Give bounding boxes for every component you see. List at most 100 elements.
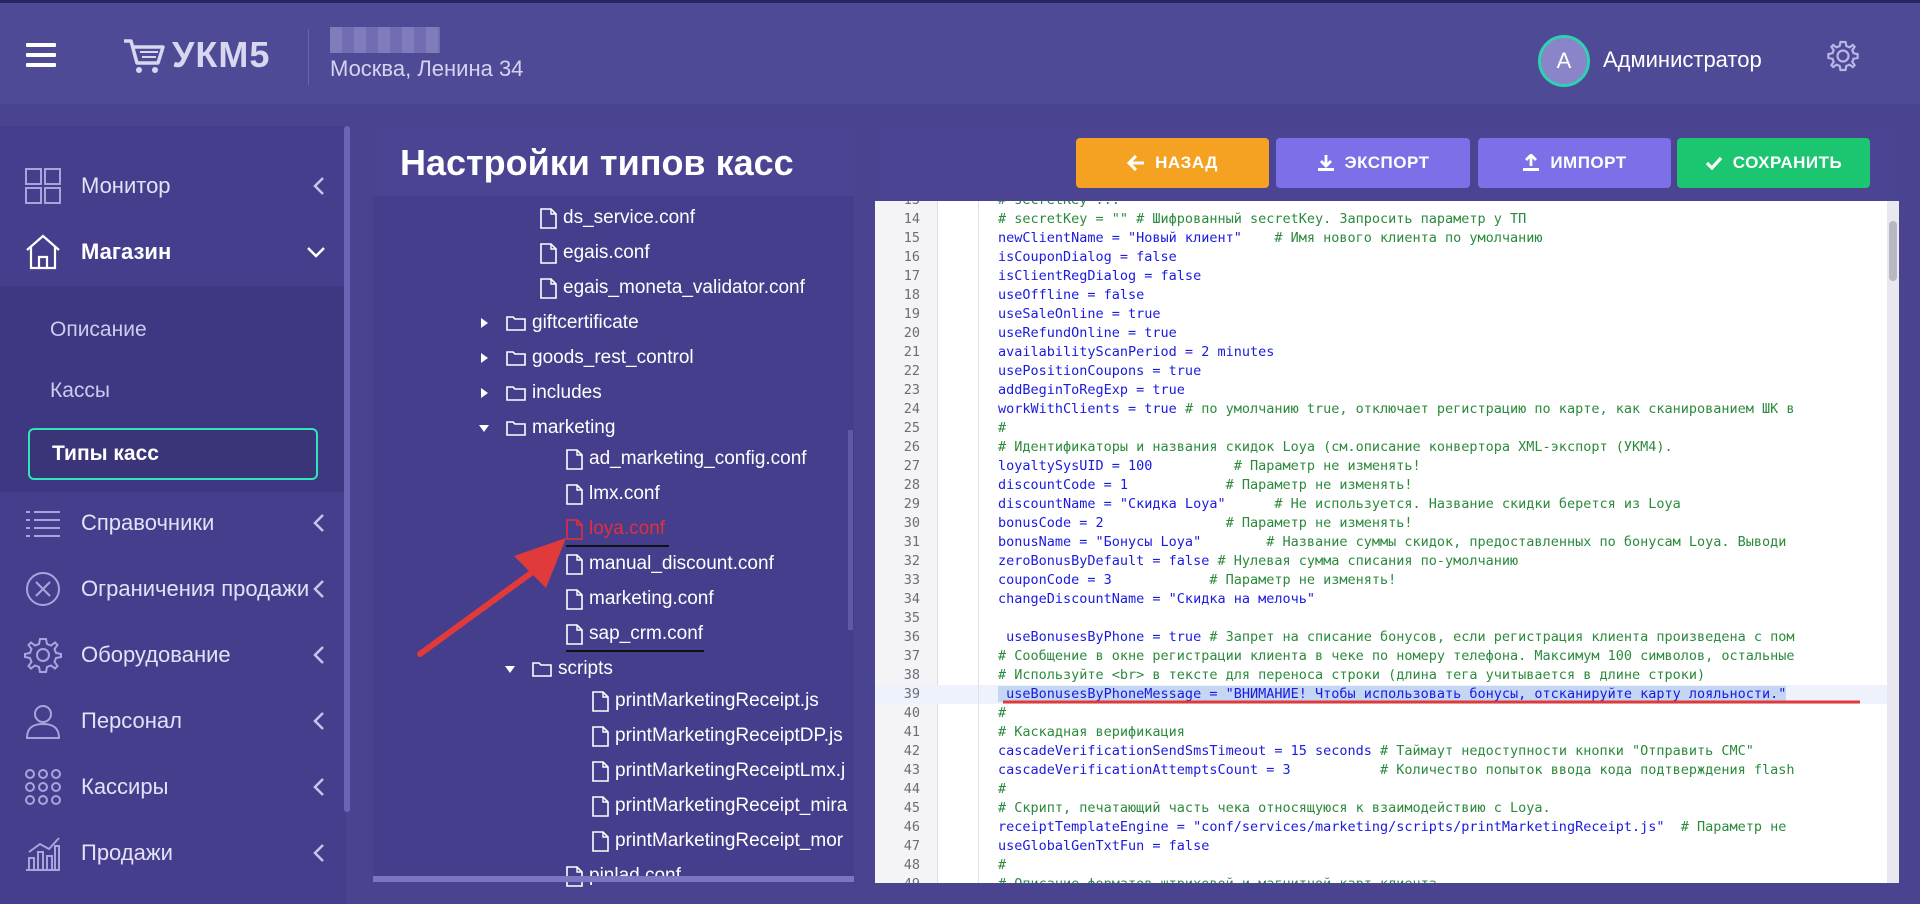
tree-file-item[interactable]: ds_service.conf	[540, 203, 695, 233]
tree-item-label: marketing.conf	[589, 588, 714, 609]
avatar[interactable]: А	[1538, 35, 1590, 87]
line-number: 16	[903, 249, 920, 265]
code-line[interactable]: 34 changeDiscountName = "Скидка на мелочь…	[875, 590, 1887, 609]
caret-down-icon[interactable]	[504, 662, 516, 676]
code-line[interactable]: 26 # Идентификаторы и названия скидок Loy…	[875, 438, 1887, 457]
code-line[interactable]: 47 useGlobalGenTxtFun = false	[875, 837, 1887, 856]
code-line[interactable]: 45 # Скрипт, печатающий часть чека относя…	[875, 799, 1887, 818]
sidebar-item-equipment[interactable]: Оборудование	[0, 623, 346, 687]
sidebar-item-sale-restrictions[interactable]: Ограничения продажи	[0, 557, 346, 621]
tree-folder-item[interactable]: giftcertificate	[478, 308, 639, 338]
code-line[interactable]: 49 # Описание форматов штриховой и магнит…	[875, 875, 1887, 883]
code-line[interactable]: 15 newClientName = "Новый клиент" # Имя н…	[875, 229, 1887, 248]
code-line[interactable]: 46 receiptTemplateEngine = "conf/services…	[875, 818, 1887, 837]
line-text: useSaleOnline = true	[998, 305, 1161, 324]
import-button[interactable]: ИМПОРТ	[1478, 138, 1671, 188]
code-line[interactable]: 30 bonusCode = 2 # Параметр не изменять!	[875, 514, 1887, 533]
caret-right-icon[interactable]	[478, 386, 490, 400]
editor-vertical-scrollbar[interactable]	[1887, 201, 1899, 883]
code-line[interactable]: 40 #	[875, 704, 1887, 723]
line-text: # Каскадная верификация	[998, 723, 1185, 742]
code-line[interactable]: 13 # secretKey ...	[875, 201, 1887, 210]
tree-file-item[interactable]: printMarketingReceiptDP.js	[592, 721, 843, 751]
caret-down-icon[interactable]	[478, 421, 490, 435]
tree-folder-item[interactable]: scripts	[504, 654, 613, 684]
sidebar-item-monitor[interactable]: Монитор	[0, 154, 346, 218]
tree-vertical-scrollbar[interactable]	[848, 430, 853, 630]
code-editor[interactable]: 13 # secretKey ... 14 # secretKey = "" # Ш…	[875, 201, 1887, 883]
code-line[interactable]: 27 loyaltySysUID = 100 # Параметр не изме…	[875, 457, 1887, 476]
code-line[interactable]: 43 cascadeVerificationAttemptsCount = 3 #…	[875, 761, 1887, 780]
logo[interactable]: УКМ5	[122, 33, 270, 77]
caret-right-icon[interactable]	[478, 351, 490, 365]
code-line[interactable]: 42 cascadeVerificationSendSmsTimeout = 15…	[875, 742, 1887, 761]
tree-item-label: printMarketingReceipt_mor	[615, 830, 844, 851]
code-line[interactable]: 16 isCouponDialog = false	[875, 248, 1887, 267]
tree-file-item[interactable]: marketing.conf	[566, 584, 714, 614]
code-line[interactable]: 33 couponCode = 3 # Параметр не изменять!	[875, 571, 1887, 590]
tree-file-item[interactable]: printMarketingReceiptLmx.j	[592, 756, 845, 786]
tree-file-item[interactable]: loya.conf	[566, 514, 665, 544]
tree-folder-item[interactable]: goods_rest_control	[478, 343, 694, 373]
code-line[interactable]: 22 usePositionCoupons = true	[875, 362, 1887, 381]
tree-folder-item[interactable]: includes	[478, 378, 602, 408]
code-line[interactable]: 21 availabilityScanPeriod = 2 minutes	[875, 343, 1887, 362]
user-name[interactable]: Администратор	[1603, 47, 1762, 73]
sidebar-item-references[interactable]: Справочники	[0, 491, 346, 555]
code-line[interactable]: 39 useBonusesByPhoneMessage = "ВНИМАНИЕ!…	[875, 685, 1887, 704]
tree-item-label: goods_rest_control	[532, 347, 694, 368]
code-line[interactable]: 41 # Каскадная верификация	[875, 723, 1887, 742]
sidebar-item-staff[interactable]: Персонал	[0, 689, 346, 753]
code-line[interactable]: 18 useOffline = false	[875, 286, 1887, 305]
code-line[interactable]: 31 bonusName = "Бонусы Loya" # Название с…	[875, 533, 1887, 552]
line-number: 24	[903, 401, 920, 417]
code-line[interactable]: 23 addBeginToRegExp = true	[875, 381, 1887, 400]
code-line[interactable]: 37 # Сообщение в окне регистрации клиента…	[875, 647, 1887, 666]
tree-item-label: marketing	[532, 417, 616, 438]
tree-file-item[interactable]: egais.conf	[540, 238, 650, 268]
code-line[interactable]: 17 isClientRegDialog = false	[875, 267, 1887, 286]
submenu-register-types[interactable]: Типы касс	[28, 428, 318, 480]
sidebar-item-cashiers[interactable]: Кассиры	[0, 755, 346, 819]
tree-file-item[interactable]: printMarketingReceipt_mira	[592, 791, 847, 821]
editor-scroll-thumb[interactable]	[1889, 221, 1897, 281]
code-line[interactable]: 38 # Используйте <br> в тексте для перено…	[875, 666, 1887, 685]
tree-folder-item[interactable]: marketing	[478, 413, 615, 443]
code-comment: # Параметр не изменять!	[1225, 515, 1413, 531]
code-line[interactable]: 19 useSaleOnline = true	[875, 305, 1887, 324]
tree-file-item[interactable]: lmx.conf	[566, 479, 660, 509]
code-line[interactable]: 20 useRefundOnline = true	[875, 324, 1887, 343]
sidebar-item-store[interactable]: Магазин	[0, 220, 346, 284]
code-text: availabilityScanPeriod = 2 minutes	[998, 344, 1275, 360]
tree-file-item[interactable]: manual_discount.conf	[566, 549, 774, 579]
back-button[interactable]: НАЗАД	[1076, 138, 1269, 188]
settings-gear-icon[interactable]	[1826, 39, 1860, 73]
code-line[interactable]: 25 #	[875, 419, 1887, 438]
tree-file-item[interactable]: sap_crm.conf	[566, 619, 703, 649]
line-text: # secretKey = "" # Шифрованный secretKey…	[998, 210, 1526, 229]
tree-item-label: giftcertificate	[532, 312, 639, 333]
line-text: useOffline = false	[998, 286, 1144, 305]
tree-file-item[interactable]: egais_moneta_validator.conf	[540, 273, 805, 303]
sidebar-item-sales[interactable]: Продажи	[0, 821, 346, 885]
code-line[interactable]: 36 useBonusesByPhone = true # Запрет на …	[875, 628, 1887, 647]
code-line[interactable]: 32 zeroBonusByDefault = false # Нулевая с…	[875, 552, 1887, 571]
code-line[interactable]: 24 workWithClients = true # по умолчанию …	[875, 400, 1887, 419]
code-line[interactable]: 44 #	[875, 780, 1887, 799]
code-line[interactable]: 29 discountName = "Скидка Loya" # Не испо…	[875, 495, 1887, 514]
menu-toggle-icon[interactable]	[26, 43, 56, 67]
caret-right-icon[interactable]	[478, 316, 490, 330]
save-button[interactable]: СОХРАНИТЬ	[1677, 138, 1870, 188]
submenu-description[interactable]: Описание	[50, 318, 147, 342]
tree-file-item[interactable]: ad_marketing_config.conf	[566, 444, 807, 474]
code-line[interactable]: 35	[875, 609, 1887, 628]
tree-file-item[interactable]: printMarketingReceipt_mor	[592, 826, 843, 856]
tree-file-item[interactable]: printMarketingReceipt.js	[592, 686, 819, 716]
tree-horizontal-scrollbar[interactable]	[373, 876, 854, 882]
submenu-cash-registers[interactable]: Кассы	[50, 379, 110, 403]
code-line[interactable]: 48 #	[875, 856, 1887, 875]
code-line[interactable]: 28 discountCode = 1 # Параметр не изменят…	[875, 476, 1887, 495]
code-line[interactable]: 14 # secretKey = "" # Шифрованный secretK…	[875, 210, 1887, 229]
export-button[interactable]: ЭКСПОРТ	[1276, 138, 1470, 188]
code-text: cascadeVerificationSendSmsTimeout = 15 s…	[998, 743, 1381, 759]
